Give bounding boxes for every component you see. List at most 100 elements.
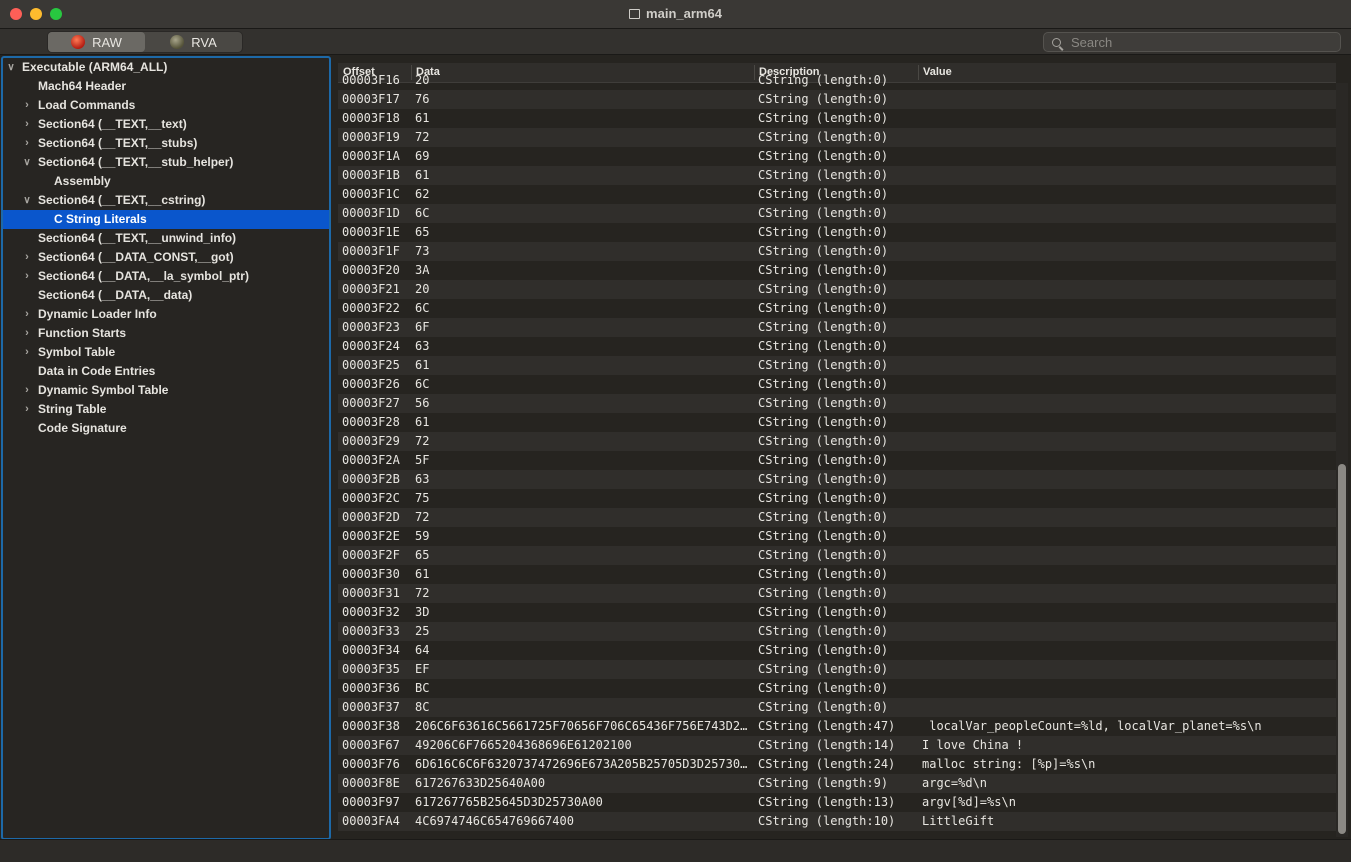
table-row[interactable]: 00003F97 617267765B25645D3D25730A00 CStrin…: [338, 793, 1336, 812]
data-cell: 56: [415, 396, 430, 410]
table-row[interactable]: 00003F37 8C CString (length:0): [338, 698, 1336, 717]
sidebar-item[interactable]: C String Literals: [3, 210, 329, 229]
sidebar-item[interactable]: › Dynamic Symbol Table: [3, 381, 329, 400]
table-row[interactable]: 00003F67 49206C6F7665204368696E61202100 CS…: [338, 736, 1336, 755]
offset-cell: 00003F67: [342, 738, 400, 752]
table-row[interactable]: 00003F34 64 CString (length:0): [338, 641, 1336, 660]
split-view-divider[interactable]: [331, 55, 337, 838]
table-row[interactable]: 00003F25 61 CString (length:0): [338, 356, 1336, 375]
table-row[interactable]: 00003F2F 65 CString (length:0): [338, 546, 1336, 565]
sidebar-item[interactable]: Code Signature: [3, 419, 329, 438]
table-row[interactable]: 00003F21 20 CString (length:0): [338, 280, 1336, 299]
table-row[interactable]: 00003F1E 65 CString (length:0): [338, 223, 1336, 242]
sidebar-item[interactable]: ∨ Section64 (__TEXT,__stub_helper): [3, 153, 329, 172]
table-row[interactable]: 00003F33 25 CString (length:0): [338, 622, 1336, 641]
table-row[interactable]: 00003F22 6C CString (length:0): [338, 299, 1336, 318]
table-row[interactable]: 00003F24 63 CString (length:0): [338, 337, 1336, 356]
table-row[interactable]: 00003F1F 73 CString (length:0): [338, 242, 1336, 261]
table-row[interactable]: 00003F2E 59 CString (length:0): [338, 527, 1336, 546]
chevron-right-icon[interactable]: ›: [22, 324, 32, 343]
table-row[interactable]: 00003F2B 63 CString (length:0): [338, 470, 1336, 489]
data-cell: 6F: [415, 320, 430, 334]
chevron-down-icon[interactable]: ∨: [6, 58, 16, 77]
sidebar-item[interactable]: Section64 (__TEXT,__unwind_info): [3, 229, 329, 248]
data-cell: 25: [415, 624, 430, 638]
table-row[interactable]: 00003F1A 69 CString (length:0): [338, 147, 1336, 166]
description-cell: CString (length:0): [758, 263, 889, 277]
sidebar-item[interactable]: › Section64 (__DATA_CONST,__got): [3, 248, 329, 267]
sidebar-item[interactable]: › Load Commands: [3, 96, 329, 115]
table-row[interactable]: 00003F36 BC CString (length:0): [338, 679, 1336, 698]
offset-cell: 00003F97: [342, 795, 400, 809]
table-row[interactable]: 00003F1C 62 CString (length:0): [338, 185, 1336, 204]
sidebar-tree[interactable]: ∨ Executable (ARM64_ALL) Mach64 Header › Loa…: [1, 56, 331, 840]
sidebar-item[interactable]: › Dynamic Loader Info: [3, 305, 329, 324]
chevron-right-icon[interactable]: ›: [22, 305, 32, 324]
offset-cell: 00003F16: [342, 73, 400, 87]
data-cell: 65: [415, 225, 430, 239]
chevron-right-icon[interactable]: ›: [22, 267, 32, 286]
offset-cell: 00003F36: [342, 681, 400, 695]
table-row[interactable]: 00003F30 61 CString (length:0): [338, 565, 1336, 584]
table-row[interactable]: 00003F28 61 CString (length:0): [338, 413, 1336, 432]
chevron-right-icon[interactable]: ›: [22, 115, 32, 134]
table-row[interactable]: 00003F8E 617267633D25640A00 CString (lengt…: [338, 774, 1336, 793]
table-row[interactable]: 00003F31 72 CString (length:0): [338, 584, 1336, 603]
table-row[interactable]: 00003F1B 61 CString (length:0): [338, 166, 1336, 185]
table-row[interactable]: 00003FA4 4C6974746C654769667400 CString (l…: [338, 812, 1336, 831]
table-row[interactable]: 00003F2D 72 CString (length:0): [338, 508, 1336, 527]
table-row[interactable]: 00003F35 EF CString (length:0): [338, 660, 1336, 679]
sidebar-item-label: Executable (ARM64_ALL): [22, 60, 168, 74]
table-row[interactable]: 00003F19 72 CString (length:0): [338, 128, 1336, 147]
sidebar-item[interactable]: › Function Starts: [3, 324, 329, 343]
table-scrollbar[interactable]: [1336, 83, 1348, 837]
raw-mode-button[interactable]: RAW: [48, 32, 145, 52]
search-field[interactable]: [1043, 32, 1341, 52]
sidebar-item[interactable]: › Section64 (__DATA,__la_symbol_ptr): [3, 267, 329, 286]
sidebar-item[interactable]: Mach64 Header: [3, 77, 329, 96]
table-row[interactable]: 00003F16 20 CString (length:0): [338, 71, 1336, 90]
description-cell: CString (length:0): [758, 339, 889, 353]
window-title: main_arm64: [0, 6, 1351, 21]
chevron-right-icon[interactable]: ›: [22, 96, 32, 115]
sidebar-item[interactable]: ∨ Section64 (__TEXT,__cstring): [3, 191, 329, 210]
sidebar-item[interactable]: › Section64 (__TEXT,__text): [3, 115, 329, 134]
sidebar-item[interactable]: › Symbol Table: [3, 343, 329, 362]
table-row[interactable]: 00003F32 3D CString (length:0): [338, 603, 1336, 622]
description-cell: CString (length:0): [758, 681, 889, 695]
chevron-right-icon[interactable]: ›: [22, 248, 32, 267]
table-row[interactable]: 00003F27 56 CString (length:0): [338, 394, 1336, 413]
table-row[interactable]: 00003F29 72 CString (length:0): [338, 432, 1336, 451]
table-row[interactable]: 00003F17 76 CString (length:0): [338, 90, 1336, 109]
sidebar-item[interactable]: › String Table: [3, 400, 329, 419]
table-row[interactable]: 00003F18 61 CString (length:0): [338, 109, 1336, 128]
chevron-down-icon[interactable]: ∨: [22, 191, 32, 210]
sidebar-item[interactable]: Data in Code Entries: [3, 362, 329, 381]
sidebar-item[interactable]: Assembly: [3, 172, 329, 191]
table-row[interactable]: 00003F2A 5F CString (length:0): [338, 451, 1336, 470]
offset-cell: 00003F21: [342, 282, 400, 296]
data-cell: 75: [415, 491, 430, 505]
description-cell: CString (length:9): [758, 776, 889, 790]
table-row[interactable]: 00003F38 206C6F63616C5661725F70656F706C65…: [338, 717, 1336, 736]
sidebar-item[interactable]: ∨ Executable (ARM64_ALL): [3, 58, 329, 77]
sidebar-item-label: Section64 (__TEXT,__text): [38, 117, 187, 131]
table-row[interactable]: 00003F1D 6C CString (length:0): [338, 204, 1336, 223]
rva-mode-button[interactable]: RVA: [145, 32, 242, 52]
chevron-right-icon[interactable]: ›: [22, 343, 32, 362]
search-input[interactable]: [1069, 33, 1340, 51]
scrollbar-thumb[interactable]: [1338, 464, 1346, 834]
sidebar-item[interactable]: › Section64 (__TEXT,__stubs): [3, 134, 329, 153]
table-row[interactable]: 00003F23 6F CString (length:0): [338, 318, 1336, 337]
chevron-down-icon[interactable]: ∨: [22, 153, 32, 172]
sidebar-item[interactable]: Section64 (__DATA,__data): [3, 286, 329, 305]
table-row[interactable]: 00003F2C 75 CString (length:0): [338, 489, 1336, 508]
chevron-right-icon[interactable]: ›: [22, 381, 32, 400]
sidebar-item-label: Section64 (__DATA,__data): [38, 288, 193, 302]
chevron-right-icon[interactable]: ›: [22, 400, 32, 419]
table-row[interactable]: 00003F26 6C CString (length:0): [338, 375, 1336, 394]
table-row[interactable]: 00003F20 3A CString (length:0): [338, 261, 1336, 280]
table-row[interactable]: 00003F76 6D616C6C6F6320737472696E673A205B…: [338, 755, 1336, 774]
chevron-right-icon[interactable]: ›: [22, 134, 32, 153]
offset-cell: 00003F33: [342, 624, 400, 638]
